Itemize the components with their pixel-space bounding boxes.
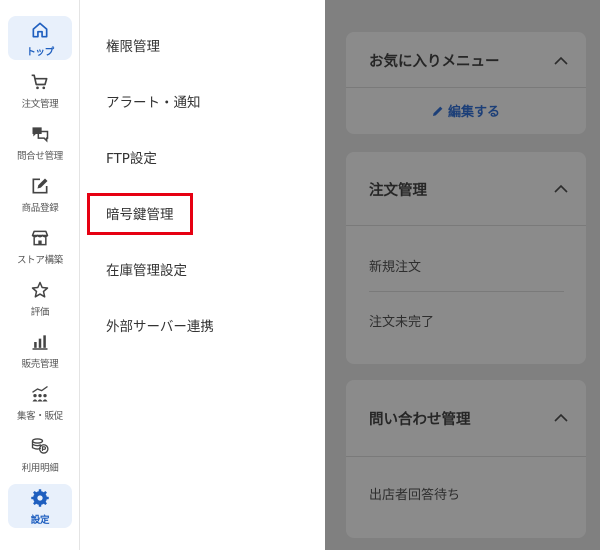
cart-icon <box>30 71 50 93</box>
orders-link-new[interactable]: 新規注文 <box>369 256 421 275</box>
inquiries-link-awaiting-reply[interactable]: 出店者回答待ち <box>369 484 460 503</box>
sidebar-item-label: 評価 <box>30 306 50 318</box>
dimmed-overlay[interactable]: お気に入りメニュー 編集する 注文管理 新規注文 注文未完了 問い合わせ管理 出… <box>325 0 600 550</box>
chat-icon <box>30 123 50 145</box>
home-icon <box>30 19 50 41</box>
submenu-item-ftp-settings[interactable]: FTP設定 <box>106 147 157 167</box>
pencil-icon <box>432 106 443 116</box>
edit-favorites-link[interactable]: 編集する <box>346 101 586 120</box>
submenu-item-permissions[interactable]: 権限管理 <box>106 35 160 55</box>
star-icon <box>30 279 50 301</box>
highlight-box <box>87 193 193 235</box>
inquiries-panel-title: 問い合わせ管理 <box>369 412 471 428</box>
bar-chart-icon <box>30 331 50 353</box>
sidebar-item-product-registration[interactable]: 商品登録 <box>8 172 72 216</box>
sidebar-item-billing[interactable]: 利用明細 <box>8 432 72 476</box>
store-icon <box>30 227 50 249</box>
chevron-up-icon[interactable] <box>554 413 568 423</box>
people-chart-icon <box>30 383 50 405</box>
sidebar-item-label: 商品登録 <box>21 202 59 214</box>
sidebar-item-label: 販売管理 <box>21 358 59 370</box>
favorites-panel: お気に入りメニュー 編集する <box>346 32 586 134</box>
orders-panel: 注文管理 新規注文 注文未完了 <box>346 152 586 364</box>
sidebar-item-label: 問合せ管理 <box>16 150 63 162</box>
sidebar-item-orders[interactable]: 注文管理 <box>8 68 72 112</box>
chevron-up-icon[interactable] <box>554 184 568 194</box>
sidebar: トップ 注文管理 問合せ管理 商品登録 ストア構築 評価 販売管理 集客・販促 … <box>0 0 80 550</box>
sidebar-item-sales-management[interactable]: 販売管理 <box>8 328 72 372</box>
sidebar-item-label: トップ <box>26 46 54 58</box>
gear-icon <box>30 487 50 509</box>
divider <box>346 225 586 226</box>
sidebar-item-store-building[interactable]: ストア構築 <box>8 224 72 268</box>
edit-icon <box>30 175 50 197</box>
inquiries-panel: 問い合わせ管理 出店者回答待ち <box>346 380 586 538</box>
submenu-item-inventory-settings[interactable]: 在庫管理設定 <box>106 259 187 279</box>
divider <box>369 291 564 292</box>
edit-favorites-label: 編集する <box>447 105 500 120</box>
divider <box>346 456 586 457</box>
divider <box>346 87 586 88</box>
orders-panel-title: 注文管理 <box>369 183 427 199</box>
sidebar-item-top[interactable]: トップ <box>8 16 72 60</box>
settings-submenu: 権限管理 アラート・通知 FTP設定 暗号鍵管理 在庫管理設定 外部サーバー連携 <box>81 0 325 550</box>
sidebar-item-settings[interactable]: 設定 <box>8 484 72 528</box>
favorites-panel-title: お気に入りメニュー <box>369 54 500 70</box>
sidebar-item-label: 注文管理 <box>21 98 59 110</box>
sidebar-item-label: ストア構築 <box>16 254 63 266</box>
sidebar-item-reviews[interactable]: 評価 <box>8 276 72 320</box>
sidebar-item-inquiries[interactable]: 問合せ管理 <box>8 120 72 164</box>
coins-icon <box>30 435 50 457</box>
submenu-item-alerts[interactable]: アラート・通知 <box>106 91 201 111</box>
sidebar-item-promotion[interactable]: 集客・販促 <box>8 380 72 424</box>
orders-link-incomplete[interactable]: 注文未完了 <box>369 311 434 330</box>
submenu-item-external-server[interactable]: 外部サーバー連携 <box>106 315 214 335</box>
sidebar-item-label: 利用明細 <box>21 462 59 474</box>
sidebar-item-label: 設定 <box>30 514 50 526</box>
chevron-up-icon[interactable] <box>554 56 568 66</box>
sidebar-item-label: 集客・販促 <box>16 410 63 422</box>
